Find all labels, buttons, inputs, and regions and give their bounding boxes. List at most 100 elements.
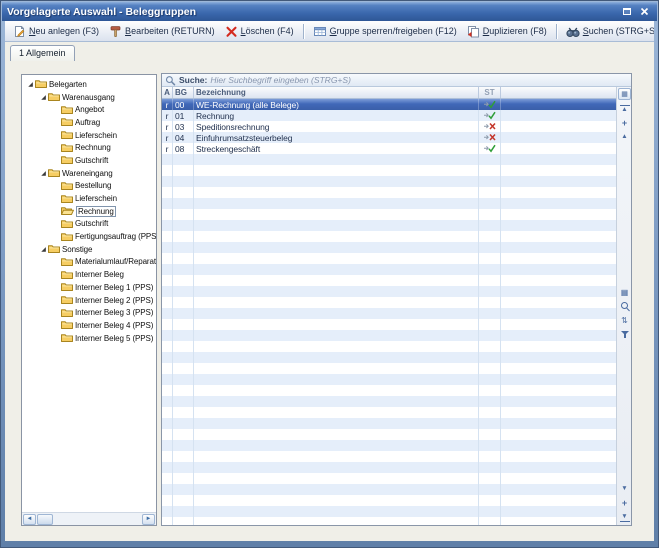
tree-item-gutschrift[interactable]: Gutschrift (22, 218, 156, 231)
tree-expander-icon[interactable]: ◢ (39, 94, 48, 101)
tree-item-bestellung[interactable]: Bestellung (22, 180, 156, 193)
column-header-bezeichnung[interactable]: Bezeichnung (194, 87, 479, 98)
close-button[interactable] (637, 5, 652, 18)
table-row-empty[interactable] (162, 440, 616, 451)
table-row-empty[interactable] (162, 418, 616, 429)
tree-item-lieferschein[interactable]: Lieferschein (22, 192, 156, 205)
table-row-empty[interactable] (162, 308, 616, 319)
tree-item-auftrag[interactable]: Auftrag (22, 116, 156, 129)
table-row-empty[interactable] (162, 176, 616, 187)
delete-button[interactable]: Löschen (F4) (221, 23, 298, 40)
columns-icon[interactable]: ▦ (620, 288, 630, 297)
tree-item-interner-beleg-3-pps[interactable]: Interner Beleg 3 (PPS) (22, 306, 156, 319)
tree-item-fertigungsauftrag-pps[interactable]: Fertigungsauftrag (PPS) (22, 230, 156, 243)
table-row-empty[interactable] (162, 352, 616, 363)
tree-item-interner-beleg[interactable]: Interner Beleg (22, 268, 156, 281)
tree-expander-icon[interactable]: ◢ (39, 246, 48, 253)
scroll-top-icon[interactable]: ▲ (619, 105, 630, 114)
table-row-empty[interactable] (162, 385, 616, 396)
table-row-empty[interactable] (162, 462, 616, 473)
table-row-empty[interactable] (162, 363, 616, 374)
tree-expander-icon[interactable]: ◢ (26, 81, 35, 88)
tree-item-interner-beleg-5-pps[interactable]: Interner Beleg 5 (PPS) (22, 332, 156, 345)
cell-bezeichnung (194, 165, 479, 176)
table-row-rechnung[interactable]: r 01 Rechnung (162, 110, 616, 121)
table-row-empty[interactable] (162, 165, 616, 176)
table-row-empty[interactable] (162, 495, 616, 506)
scroll-down-icon[interactable]: ▼ (620, 485, 630, 494)
duplicate-button[interactable]: Duplizieren (F8) (463, 23, 551, 40)
tree-horizontal-scrollbar[interactable]: ◄ ► (22, 512, 156, 525)
table-row-empty[interactable] (162, 473, 616, 484)
table-row-empty[interactable] (162, 319, 616, 330)
table-row-empty[interactable] (162, 275, 616, 286)
scroll-center-icon[interactable]: + (620, 119, 630, 128)
table-row-empty[interactable] (162, 220, 616, 231)
table-row-empty[interactable] (162, 253, 616, 264)
tree-item-interner-beleg-2-pps[interactable]: Interner Beleg 2 (PPS) (22, 294, 156, 307)
table-row-empty[interactable] (162, 506, 616, 517)
column-chooser-icon[interactable]: ▦ (618, 88, 631, 100)
table-row-empty[interactable] (162, 429, 616, 440)
scroll-bottom-icon[interactable]: ▼ (619, 513, 630, 522)
lock-group-button[interactable]: Gruppe sperren/freigeben (F12) (309, 23, 461, 40)
column-header-st[interactable]: ST (479, 87, 501, 98)
table-row-empty[interactable] (162, 154, 616, 165)
tree-item-angebot[interactable]: Angebot (22, 103, 156, 116)
table-row-empty[interactable] (162, 374, 616, 385)
table-row-empty[interactable] (162, 231, 616, 242)
table-row-empty[interactable] (162, 341, 616, 352)
column-header-bg[interactable]: BG (173, 87, 194, 98)
tree-item-materialumlauf-reparatur[interactable]: Materialumlauf/Reparatur (22, 256, 156, 269)
table-row-streckengesch-ft[interactable]: r 08 Streckengeschäft (162, 143, 616, 154)
tree-item-wareneingang[interactable]: ◢ Wareneingang (22, 167, 156, 180)
edit-button[interactable]: Bearbeiten (RETURN) (105, 23, 219, 40)
table-row-empty[interactable] (162, 396, 616, 407)
search-button[interactable]: Suchen (STRG+S) (562, 23, 654, 40)
cell-filler (501, 374, 616, 385)
new-button[interactable]: Neu anlegen (F3) (9, 23, 103, 40)
table-row-empty[interactable] (162, 209, 616, 220)
tree-item-rechnung[interactable]: Rechnung (22, 205, 156, 218)
tree-item-interner-beleg-1-pps[interactable]: Interner Beleg 1 (PPS) (22, 281, 156, 294)
scrollbar-thumb[interactable] (37, 513, 53, 525)
tree-item-interner-beleg-4-pps[interactable]: Interner Beleg 4 (PPS) (22, 319, 156, 332)
folder-icon (61, 194, 73, 204)
scroll-left-icon[interactable]: ◄ (23, 513, 36, 525)
column-header-a[interactable]: A (162, 87, 173, 98)
cell-st (479, 341, 501, 352)
table-row-empty[interactable] (162, 297, 616, 308)
sort-icon[interactable]: ⇅ (620, 316, 630, 325)
table-row-empty[interactable] (162, 517, 616, 525)
tree-expander-icon[interactable]: ◢ (39, 170, 48, 177)
tree-item-belegarten[interactable]: ◢ Belegarten (22, 78, 156, 91)
tree-item-sonstige[interactable]: ◢ Sonstige (22, 243, 156, 256)
table-row-empty[interactable] (162, 198, 616, 209)
tree-item-lieferschein[interactable]: Lieferschein (22, 129, 156, 142)
table-row-einfuhrumsatzsteuerbeleg[interactable]: r 04 Einfuhrumsatzsteuerbeleg (162, 132, 616, 143)
scroll-up-icon[interactable]: ▲ (620, 133, 630, 142)
table-row-empty[interactable] (162, 407, 616, 418)
restore-button[interactable] (619, 5, 634, 18)
cell-st (479, 451, 501, 462)
table-row-empty[interactable] (162, 264, 616, 275)
table-row-speditionsrechnung[interactable]: r 03 Speditionsrechnung (162, 121, 616, 132)
table-row-empty[interactable] (162, 242, 616, 253)
tree-item-warenausgang[interactable]: ◢ Warenausgang (22, 91, 156, 104)
search-small-icon[interactable] (620, 302, 630, 311)
tree-item-gutschrift[interactable]: Gutschrift (22, 154, 156, 167)
scroll-center-icon[interactable]: + (620, 499, 630, 508)
table-row-we-rechnung-alle-belege[interactable]: r 00 WE-Rechnung (alle Belege) (162, 99, 616, 110)
search-input[interactable] (210, 74, 628, 86)
cell-bezeichnung (194, 286, 479, 297)
scroll-right-icon[interactable]: ► (142, 513, 155, 525)
tree-item-rechnung[interactable]: Rechnung (22, 141, 156, 154)
table-row-empty[interactable] (162, 330, 616, 341)
filter-icon[interactable] (620, 330, 630, 339)
table-row-empty[interactable] (162, 484, 616, 495)
table-row-empty[interactable] (162, 286, 616, 297)
cell-bezeichnung (194, 242, 479, 253)
table-row-empty[interactable] (162, 187, 616, 198)
table-row-empty[interactable] (162, 451, 616, 462)
cell-filler (501, 440, 616, 451)
